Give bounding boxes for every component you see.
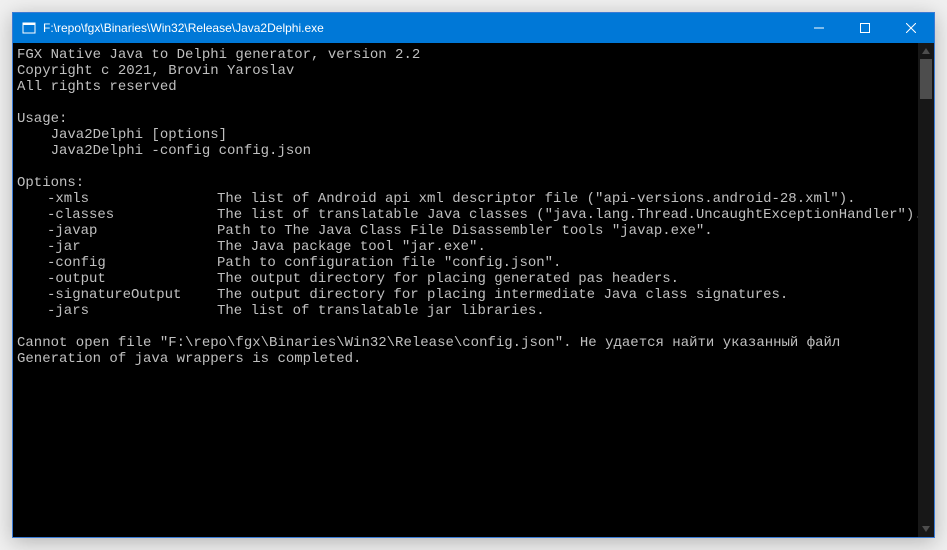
done-line: Generation of java wrappers is completed… — [17, 351, 361, 367]
option-desc: The list of Android api xml descriptor f… — [217, 191, 856, 207]
option-desc: The list of translatable Java classes ("… — [217, 207, 918, 223]
console-body: FGX Native Java to Delphi generator, ver… — [13, 43, 934, 537]
header-line: Copyright c 2021, Brovin Yaroslav — [17, 63, 294, 79]
header-line: All rights reserved — [17, 79, 177, 95]
option-desc: The Java package tool "jar.exe". — [217, 239, 486, 255]
option-row: -jarThe Java package tool "jar.exe". — [17, 239, 918, 255]
maximize-button[interactable] — [842, 13, 888, 43]
option-row: -outputThe output directory for placing … — [17, 271, 918, 287]
window-controls — [796, 13, 934, 43]
usage-line: Java2Delphi -config config.json — [17, 143, 311, 159]
minimize-button[interactable] — [796, 13, 842, 43]
console-output[interactable]: FGX Native Java to Delphi generator, ver… — [13, 43, 918, 537]
option-flag: -jars — [17, 303, 217, 319]
option-desc: Path to The Java Class File Disassembler… — [217, 223, 713, 239]
console-window: F:\repo\fgx\Binaries\Win32\Release\Java2… — [12, 12, 935, 538]
option-flag: -jar — [17, 239, 217, 255]
vertical-scrollbar[interactable] — [918, 43, 934, 537]
scroll-up-button[interactable] — [918, 43, 934, 59]
option-desc: Path to configuration file "config.json"… — [217, 255, 561, 271]
usage-line: Java2Delphi [options] — [17, 127, 227, 143]
option-row: -configPath to configuration file "confi… — [17, 255, 918, 271]
option-flag: -xmls — [17, 191, 217, 207]
option-desc: The output directory for placing generat… — [217, 271, 679, 287]
option-flag: -classes — [17, 207, 217, 223]
option-flag: -javap — [17, 223, 217, 239]
scroll-thumb[interactable] — [920, 59, 932, 99]
app-icon — [21, 20, 37, 36]
options-heading: Options: — [17, 175, 84, 191]
option-row: -jarsThe list of translatable jar librar… — [17, 303, 918, 319]
option-flag: -signatureOutput — [17, 287, 217, 303]
window-title: F:\repo\fgx\Binaries\Win32\Release\Java2… — [43, 21, 796, 35]
scroll-down-button[interactable] — [918, 521, 934, 537]
option-flag: -config — [17, 255, 217, 271]
usage-heading: Usage: — [17, 111, 67, 127]
option-row: -xmlsThe list of Android api xml descrip… — [17, 191, 918, 207]
close-button[interactable] — [888, 13, 934, 43]
option-row: -signatureOutputThe output directory for… — [17, 287, 918, 303]
option-row: -classesThe list of translatable Java cl… — [17, 207, 918, 223]
option-desc: The list of translatable jar libraries. — [217, 303, 545, 319]
titlebar[interactable]: F:\repo\fgx\Binaries\Win32\Release\Java2… — [13, 13, 934, 43]
header-line: FGX Native Java to Delphi generator, ver… — [17, 47, 420, 63]
option-desc: The output directory for placing interme… — [217, 287, 788, 303]
error-line: Cannot open file "F:\repo\fgx\Binaries\W… — [17, 335, 840, 351]
option-flag: -output — [17, 271, 217, 287]
option-row: -javapPath to The Java Class File Disass… — [17, 223, 918, 239]
